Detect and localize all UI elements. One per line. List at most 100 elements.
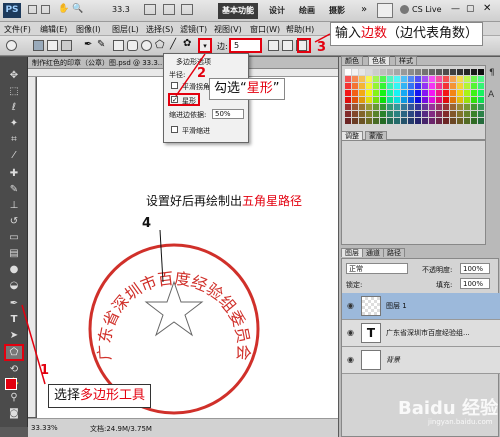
swatch-cell[interactable]	[457, 69, 463, 75]
swatch-cell[interactable]	[422, 83, 428, 89]
menu-help[interactable]: 帮助(H)	[286, 24, 314, 35]
swatch-cell[interactable]	[345, 118, 351, 124]
swatch-cell[interactable]	[429, 104, 435, 110]
swatch-cell[interactable]	[394, 90, 400, 96]
swatch-cell[interactable]	[415, 118, 421, 124]
swatch-cell[interactable]	[408, 76, 414, 82]
swatch-cell[interactable]	[394, 97, 400, 103]
minimize-icon[interactable]: —	[451, 4, 460, 14]
layer-name[interactable]: 图层 1	[386, 301, 407, 311]
swatch-cell[interactable]	[429, 76, 435, 82]
3d-rotate-icon[interactable]: ⟲	[6, 363, 22, 377]
swatch-cell[interactable]	[415, 76, 421, 82]
swatch-cell[interactable]	[471, 83, 477, 89]
swatch-cell[interactable]	[415, 90, 421, 96]
swatch-cell[interactable]	[359, 76, 365, 82]
add-to-shape-icon[interactable]	[268, 40, 279, 51]
type-tool-icon[interactable]: T	[6, 313, 22, 327]
smooth-indents-checkbox[interactable]	[171, 126, 178, 133]
swatch-cell[interactable]	[429, 90, 435, 96]
swatch-cell[interactable]	[436, 118, 442, 124]
swatch-cell[interactable]	[380, 90, 386, 96]
menu-window[interactable]: 窗口(W)	[250, 24, 280, 35]
swatch-cell[interactable]	[457, 76, 463, 82]
swatch-cell[interactable]	[415, 104, 421, 110]
swatch-cell[interactable]	[345, 69, 351, 75]
swatch-cell[interactable]	[373, 76, 379, 82]
ellipse-shape-icon[interactable]	[141, 40, 152, 51]
swatch-cell[interactable]	[436, 69, 442, 75]
swatch-cell[interactable]	[478, 104, 484, 110]
swatch-cell[interactable]	[415, 69, 421, 75]
tab-swatches[interactable]: 色板	[368, 56, 390, 65]
indent-input[interactable]: 50%	[212, 109, 244, 119]
swatch-cell[interactable]	[380, 83, 386, 89]
layer-row[interactable]: ◉ T 广东省深圳市百度经验组...	[342, 320, 500, 347]
arrange-documents-icon[interactable]	[163, 4, 175, 15]
swatch-cell[interactable]	[373, 83, 379, 89]
swatch-cell[interactable]	[415, 97, 421, 103]
swatch-cell[interactable]	[401, 76, 407, 82]
swatch-cell[interactable]	[394, 118, 400, 124]
swatch-cell[interactable]	[429, 118, 435, 124]
pen-tool-icon[interactable]: ✒	[84, 39, 92, 50]
star-checkbox[interactable]: ✓	[171, 96, 178, 104]
swatch-cell[interactable]	[359, 104, 365, 110]
swatch-cell[interactable]	[366, 97, 372, 103]
swatch-cell[interactable]	[380, 104, 386, 110]
swatch-cell[interactable]	[478, 118, 484, 124]
swatch-cell[interactable]	[359, 90, 365, 96]
swatch-cell[interactable]	[394, 83, 400, 89]
swatch-cell[interactable]	[401, 104, 407, 110]
swatch-cell[interactable]	[387, 69, 393, 75]
swatch-cell[interactable]	[429, 111, 435, 117]
status-zoom[interactable]: 33.33%	[31, 424, 58, 432]
paragraph-icon[interactable]: ¶	[489, 68, 495, 78]
menu-image[interactable]: 图像(I)	[76, 24, 101, 35]
eyedropper-icon[interactable]: ⁄	[6, 149, 22, 163]
swatch-cell[interactable]	[471, 69, 477, 75]
swatch-cell[interactable]	[359, 118, 365, 124]
swatch-cell[interactable]	[457, 111, 463, 117]
zoom-icon[interactable]: 🔍	[72, 4, 83, 14]
swatch-cell[interactable]	[394, 69, 400, 75]
swatch-cell[interactable]	[366, 118, 372, 124]
swatch-cell[interactable]	[359, 111, 365, 117]
swatch-cell[interactable]	[352, 97, 358, 103]
screen-mode-icon[interactable]	[181, 4, 193, 15]
swatch-cell[interactable]	[443, 76, 449, 82]
menu-layer[interactable]: 图层(L)	[112, 24, 139, 35]
character-icon[interactable]: A	[488, 90, 494, 100]
shape-layers-icon[interactable]	[33, 40, 44, 51]
swatch-cell[interactable]	[471, 97, 477, 103]
swatch-cell[interactable]	[408, 83, 414, 89]
swatch-cell[interactable]	[394, 111, 400, 117]
workspace-painting[interactable]: 绘画	[295, 3, 319, 19]
swatch-cell[interactable]	[387, 90, 393, 96]
swatch-cell[interactable]	[415, 111, 421, 117]
swatch-cell[interactable]	[464, 111, 470, 117]
swatch-cell[interactable]	[352, 90, 358, 96]
swatch-cell[interactable]	[366, 69, 372, 75]
swatch-cell[interactable]	[478, 90, 484, 96]
smooth-corners-checkbox[interactable]	[171, 82, 178, 89]
geometry-options-dropdown[interactable]: ▾	[198, 38, 212, 53]
quick-mask-icon[interactable]: ◙	[6, 407, 22, 421]
swatch-cell[interactable]	[464, 76, 470, 82]
swatch-cell[interactable]	[401, 90, 407, 96]
swatch-cell[interactable]	[450, 76, 456, 82]
view-extras-icon[interactable]	[144, 4, 156, 15]
swatch-cell[interactable]	[387, 76, 393, 82]
workspace-design[interactable]: 设计	[265, 3, 289, 19]
swatch-cell[interactable]	[373, 104, 379, 110]
layer-row[interactable]: ◉ 背景	[342, 347, 500, 374]
swatch-cell[interactable]	[380, 97, 386, 103]
swatch-cell[interactable]	[422, 104, 428, 110]
swatch-cell[interactable]	[436, 97, 442, 103]
swatch-cell[interactable]	[387, 83, 393, 89]
swatch-cell[interactable]	[422, 69, 428, 75]
tab-adjustments[interactable]: 调整	[341, 131, 363, 140]
brush-tool-icon[interactable]: ✎	[6, 183, 22, 197]
swatch-cell[interactable]	[471, 76, 477, 82]
swatch-cell[interactable]	[345, 83, 351, 89]
